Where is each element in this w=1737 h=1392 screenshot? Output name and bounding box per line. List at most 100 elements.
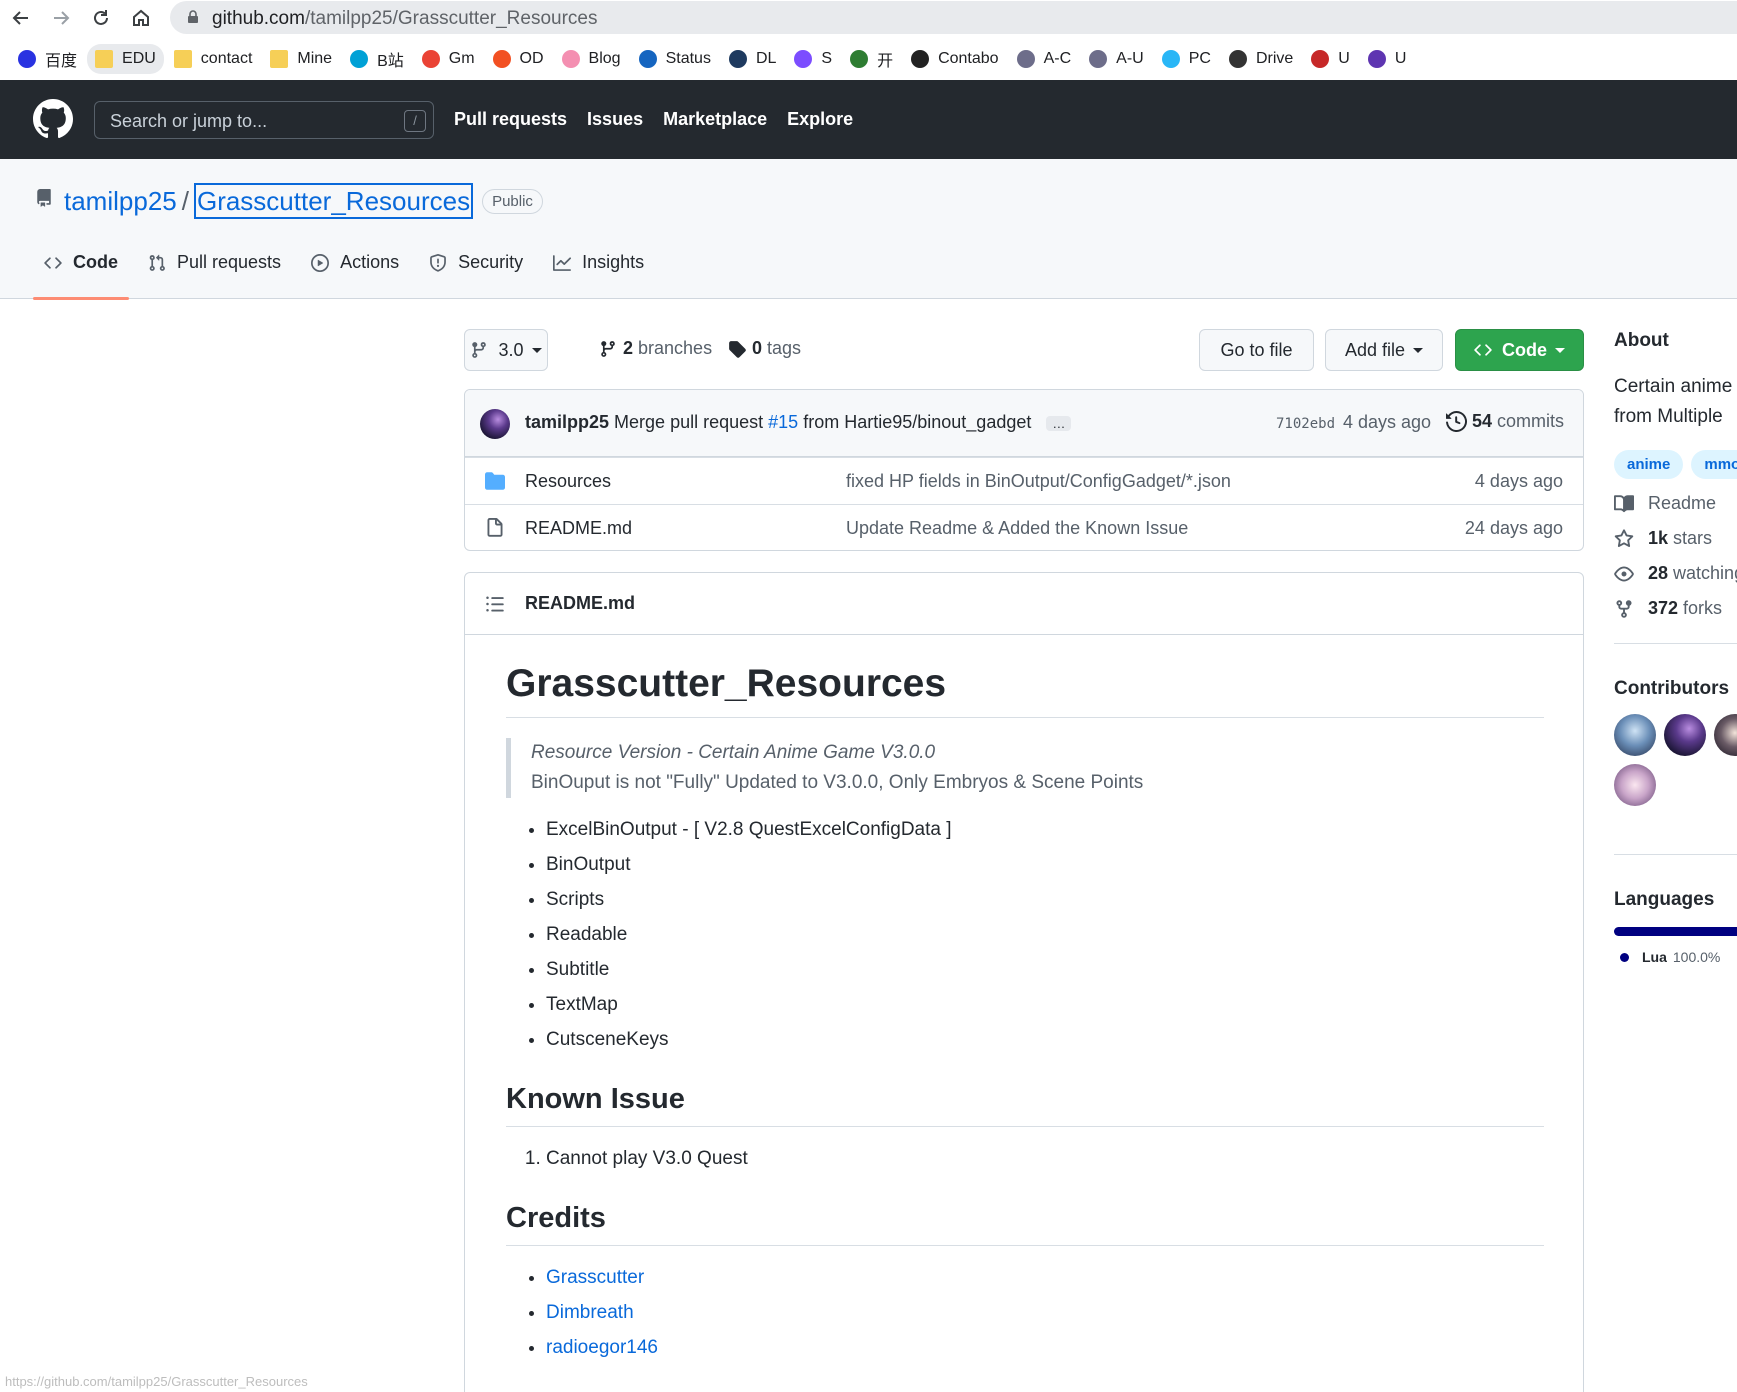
bookmark-dl[interactable]: DL	[721, 44, 784, 74]
branches-link[interactable]: 2 branches	[599, 338, 712, 359]
avatar[interactable]	[1714, 714, 1737, 756]
kai-icon	[850, 50, 869, 68]
repo-owner-link[interactable]: tamilpp25	[64, 186, 177, 217]
nav-explore[interactable]: Explore	[787, 109, 853, 130]
stat-label: watching	[1673, 563, 1737, 583]
file-commit-message-link[interactable]: fixed HP fields in BinOutput/ConfigGadge…	[846, 471, 1231, 492]
credit-link[interactable]: Grasscutter	[546, 1267, 644, 1288]
commit-hash-link[interactable]: 7102ebd	[1276, 416, 1335, 432]
commits-count: 54	[1472, 411, 1493, 431]
topic-tag[interactable]: mmo	[1691, 450, 1737, 479]
contabo-icon	[911, 50, 930, 68]
commit-message-branch[interactable]: from Hartie95/binout_gadget	[803, 412, 1031, 432]
bookmark-a-u[interactable]: A-U	[1081, 44, 1152, 74]
bookmark-contact[interactable]: contact	[166, 44, 261, 74]
bookmark-gm[interactable]: Gm	[414, 44, 483, 74]
file-name-link[interactable]: Resources	[525, 471, 611, 492]
readme-panel: README.md Grasscutter_Resources Resource…	[464, 572, 1584, 1392]
tab-security[interactable]: Security	[418, 252, 534, 299]
address-bar[interactable]: github.com/tamilpp25/Grasscutter_Resourc…	[170, 1, 1737, 34]
github-logo-icon[interactable]	[33, 99, 73, 139]
bookmark-a-c[interactable]: A-C	[1009, 44, 1080, 74]
pull-request-link[interactable]: #15	[768, 412, 798, 432]
language-item[interactable]: Lua 100.0%	[1614, 949, 1737, 965]
list-icon[interactable]	[485, 594, 505, 614]
bookmark-drive[interactable]: Drive	[1221, 44, 1301, 74]
expand-commit-button[interactable]: …	[1046, 415, 1072, 431]
list-item: Dimbreath	[546, 1295, 1544, 1330]
bookmark-blog[interactable]: Blog	[554, 44, 629, 74]
bookmark-contabo[interactable]: Contabo	[903, 44, 1007, 74]
forward-button[interactable]	[47, 5, 75, 31]
bookmark-od[interactable]: OD	[485, 44, 552, 74]
stat-watching[interactable]: 28 watching	[1614, 563, 1737, 584]
quote-line-version: Resource Version - Certain Anime Game V3…	[531, 742, 936, 763]
search-input[interactable]: Search or jump to... /	[94, 101, 434, 139]
topic-tag[interactable]: anime	[1614, 450, 1684, 479]
reload-button[interactable]	[87, 5, 115, 31]
dl-icon	[728, 50, 747, 68]
tags-link[interactable]: 0 tags	[728, 338, 801, 359]
bookmark-百度[interactable]: 百度	[10, 44, 85, 74]
stat-count: 372	[1648, 598, 1679, 618]
bookmark-label: S	[821, 50, 833, 67]
nav-pull-requests[interactable]: Pull requests	[454, 109, 567, 130]
readme-title: Grasscutter_Resources	[506, 661, 1544, 718]
divider	[1614, 854, 1737, 855]
nav-marketplace[interactable]: Marketplace	[663, 109, 767, 130]
avatar[interactable]	[1614, 714, 1656, 756]
bookmark-edu[interactable]: EDU	[87, 44, 164, 74]
home-button[interactable]	[127, 5, 155, 31]
file-age: 24 days ago	[1464, 518, 1563, 538]
bookmark-s[interactable]: S	[786, 44, 840, 74]
stat-label: forks	[1683, 598, 1723, 618]
file-row[interactable]: Resources fixed HP fields in BinOutput/Co…	[465, 457, 1583, 504]
credit-link[interactable]: Dimbreath	[546, 1302, 634, 1323]
stat-readme[interactable]: Readme	[1614, 493, 1737, 514]
tab-actions[interactable]: Actions	[300, 252, 410, 299]
graph-icon	[553, 255, 572, 271]
readme-filename[interactable]: README.md	[525, 593, 635, 614]
bookmark-status[interactable]: Status	[631, 44, 719, 74]
list-item: TextMap	[546, 987, 1544, 1022]
credit-link[interactable]: radioegor146	[546, 1337, 658, 1358]
arrow-right-icon	[54, 11, 70, 25]
bookmark-mine[interactable]: Mine	[262, 44, 340, 74]
file-name-link[interactable]: README.md	[525, 518, 632, 539]
bookmark-u[interactable]: U	[1360, 44, 1415, 74]
avatar[interactable]	[480, 409, 510, 439]
branch-select-button[interactable]: 3.0	[464, 329, 548, 371]
file-browser: tamilpp25 Merge pull request #15 from Ha…	[464, 389, 1584, 551]
repo-header: tamilpp25 / Grasscutter_Resources Public…	[0, 159, 1737, 300]
stat-stars[interactable]: 1k stars	[1614, 528, 1737, 549]
stat-forks[interactable]: 372 forks	[1614, 598, 1737, 619]
bookmark-开[interactable]: 开	[842, 44, 901, 74]
url-path: /tamilpp25/Grasscutter_Resources	[304, 8, 598, 29]
avatar[interactable]	[1664, 714, 1706, 756]
commit-message-text[interactable]: Merge pull request	[614, 412, 763, 432]
list-item: Subtitle	[546, 952, 1544, 987]
add-file-button[interactable]: Add file	[1325, 329, 1443, 371]
bookmark-b站[interactable]: B站	[342, 44, 412, 74]
about-heading: About	[1614, 330, 1669, 351]
file-commit-message-link[interactable]: Update Readme & Added the Known Issue	[846, 518, 1188, 539]
file-row[interactable]: README.md Update Readme & Added the Known…	[465, 504, 1583, 550]
avatar[interactable]	[1614, 764, 1656, 806]
code-dropdown-button[interactable]: Code	[1455, 329, 1584, 371]
bookmark-label: Mine	[297, 50, 333, 67]
commit-author-link[interactable]: tamilpp25	[525, 412, 609, 432]
contributors-heading[interactable]: Contributors	[1614, 678, 1737, 700]
contributors-avatars	[1614, 714, 1737, 814]
arrow-left-icon	[12, 11, 28, 25]
gmail-icon	[421, 50, 440, 68]
tab-insights[interactable]: Insights	[542, 252, 655, 299]
tab-code[interactable]: Code	[33, 252, 129, 300]
back-button[interactable]	[7, 5, 35, 31]
commits-link[interactable]: 54 commits	[1446, 411, 1564, 432]
repo-name-link[interactable]: Grasscutter_Resources	[193, 183, 474, 219]
bookmark-u[interactable]: U	[1303, 44, 1358, 74]
go-to-file-button[interactable]: Go to file	[1199, 329, 1314, 371]
nav-issues[interactable]: Issues	[587, 109, 643, 130]
tab-pull-requests[interactable]: Pull requests	[137, 252, 292, 299]
bookmark-pc[interactable]: PC	[1154, 44, 1219, 74]
